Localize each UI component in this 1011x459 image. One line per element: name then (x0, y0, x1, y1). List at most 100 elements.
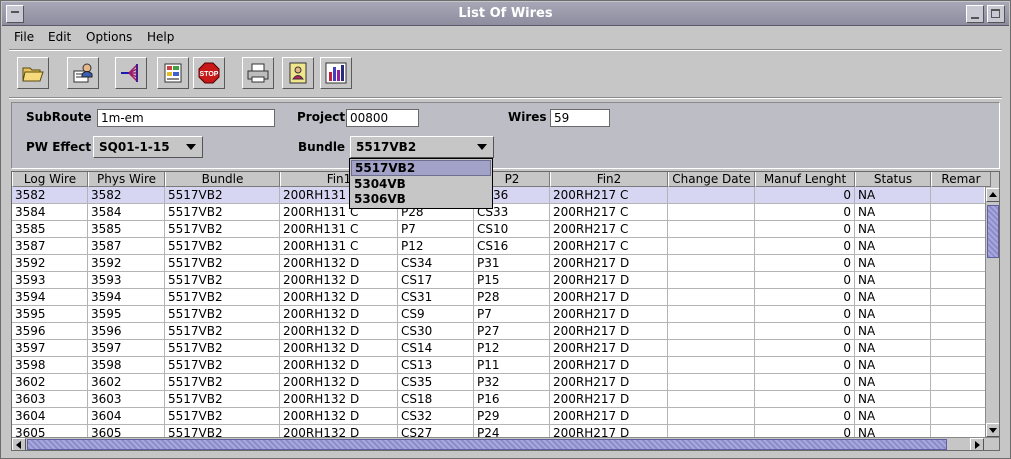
column-header[interactable]: Remar (931, 172, 991, 187)
table-row[interactable]: 358235825517VB2200RH131 CP36CS36200RH217… (12, 187, 991, 204)
table-cell: 200RH132 D (280, 340, 398, 357)
table-cell: 0 (755, 255, 855, 272)
table-row[interactable]: 3598 3598 5517VB2 200RH132 D CS13 P11 200RH217… (12, 357, 991, 374)
vertical-scroll-thumb[interactable] (987, 205, 999, 258)
filter-panel: SubRoute 1m-em Project 00800 Wires 59 PW… (11, 102, 1000, 169)
scroll-left-button[interactable] (12, 438, 26, 450)
table-cell: 5517VB2 (165, 408, 280, 425)
table-cell: 200RH217 D (550, 272, 668, 289)
table-row[interactable]: 3597 3597 5517VB2 200RH132 D CS14 P12 200RH217… (12, 340, 991, 357)
print-button[interactable] (242, 57, 274, 89)
column-header[interactable]: Phys Wire (88, 172, 165, 187)
table-cell: 3597 (12, 340, 88, 357)
scroll-right-button[interactable] (970, 438, 984, 450)
menu-bar: File Edit Options Help (2, 27, 1009, 47)
table-cell: 3584 (12, 204, 88, 221)
pw-effect-value: SQ01-1-15 (99, 140, 170, 154)
horizontal-scroll-thumb[interactable] (27, 439, 947, 450)
project-field[interactable]: 00800 (346, 109, 419, 127)
table-cell: 200RH132 D (280, 408, 398, 425)
checklist-button[interactable] (157, 57, 189, 89)
table-row[interactable]: 3604 3604 5517VB2 200RH132 D CS32 P29 200RH217… (12, 408, 991, 425)
table-cell: 3585 (12, 221, 88, 238)
column-header[interactable]: Bundle (165, 172, 280, 187)
table-row[interactable]: 3593 3593 5517VB2 200RH132 D CS17 P15 200RH217… (12, 272, 991, 289)
table-cell: 5517VB2 (165, 255, 280, 272)
table-row[interactable]: 3596 3596 5517VB2 200RH132 D CS30 P27 200RH217… (12, 323, 991, 340)
menu-separator (9, 49, 1002, 51)
search-user-icon (73, 63, 93, 83)
vertical-scrollbar[interactable] (985, 187, 999, 438)
table-cell: 3598 (12, 357, 88, 374)
scroll-down-button[interactable] (986, 423, 999, 437)
table-cell (931, 340, 991, 357)
table-cell: 200RH217 D (550, 357, 668, 374)
bundle-option[interactable]: 5304VB (351, 177, 491, 193)
wires-field[interactable]: 59 (550, 109, 610, 127)
table-cell: CS18 (398, 391, 474, 408)
table-cell (931, 391, 991, 408)
open-button[interactable] (17, 57, 49, 89)
pw-effect-select[interactable]: SQ01-1-15 (93, 136, 203, 158)
table-cell: P12 (474, 340, 550, 357)
column-header[interactable]: Manuf Lenght (755, 172, 855, 187)
bundle-option[interactable]: 5306VB (351, 192, 491, 208)
column-header[interactable]: Status (855, 172, 931, 187)
bundle-select[interactable]: 5517VB2 (350, 136, 494, 158)
table-row[interactable]: 3584 3584 5517VB2 200RH131 C P28 CS33 200RH217… (12, 204, 991, 221)
table-cell: 200RH217 D (550, 306, 668, 323)
table-cell (931, 357, 991, 374)
menu-edit[interactable]: Edit (48, 30, 71, 44)
bundle-option[interactable]: 5517VB2 (351, 160, 491, 176)
table-cell: 3587 (88, 238, 165, 255)
column-header[interactable]: Log Wire (12, 172, 88, 187)
table-cell: 0 (755, 408, 855, 425)
table-cell (668, 323, 755, 340)
title-bar[interactable]: List Of Wires (2, 2, 1009, 26)
wire-tree-button[interactable] (115, 57, 147, 89)
table-cell: 3587 (12, 238, 88, 255)
table-cell: 200RH132 D (280, 272, 398, 289)
menu-help[interactable]: Help (147, 30, 174, 44)
table-row[interactable]: 3594 3594 5517VB2 200RH132 D CS31 P28 200RH217… (12, 289, 991, 306)
table-cell: 3595 (12, 306, 88, 323)
arrow-left-icon (16, 441, 21, 449)
table-cell: 5517VB2 (165, 272, 280, 289)
table-cell (668, 204, 755, 221)
table-cell (668, 306, 755, 323)
table-cell: 5517VB2 (165, 289, 280, 306)
minimize-button[interactable] (966, 5, 984, 23)
table-cell: 0 (755, 187, 855, 204)
table-row[interactable]: 3595 3595 5517VB2 200RH132 D CS9 P7 200RH217 D… (12, 306, 991, 323)
table-cell: 200RH217 D (550, 340, 668, 357)
table-cell (931, 238, 991, 255)
subroute-field[interactable]: 1m-em (97, 109, 275, 127)
horizontal-scrollbar[interactable] (12, 437, 999, 450)
table-row[interactable]: 3602 3602 5517VB2 200RH132 D CS35 P32 200RH217… (12, 374, 991, 391)
maximize-button[interactable] (987, 5, 1005, 23)
table-row[interactable]: 3585 3585 5517VB2 200RH131 C P7 CS10 200RH217 … (12, 221, 991, 238)
table-cell: 200RH132 D (280, 374, 398, 391)
column-header[interactable]: Fin2 (550, 172, 668, 187)
table-cell (931, 255, 991, 272)
id-card-button[interactable] (282, 57, 314, 89)
search-button[interactable] (67, 57, 99, 89)
table-cell: 0 (755, 391, 855, 408)
chart-button[interactable] (320, 57, 352, 89)
table-cell: NA (855, 204, 931, 221)
table-row[interactable]: 3587 3587 5517VB2 200RH131 C P12 CS16 200RH217… (12, 238, 991, 255)
table-row[interactable]: 3603 3603 5517VB2 200RH132 D CS18 P16 200RH217… (12, 391, 991, 408)
table-cell: NA (855, 289, 931, 306)
chevron-down-icon (186, 144, 196, 150)
table-cell: 5517VB2 (165, 340, 280, 357)
table-cell (668, 374, 755, 391)
table-cell: 0 (755, 323, 855, 340)
table-row[interactable]: 3592 3592 5517VB2 200RH132 D CS34 P31 200RH217… (12, 255, 991, 272)
menu-options[interactable]: Options (86, 30, 132, 44)
column-header[interactable]: Change Date (668, 172, 755, 187)
menu-file[interactable]: File (14, 30, 34, 44)
scroll-up-button[interactable] (986, 188, 999, 202)
table-cell: 3582 (12, 187, 88, 204)
stop-button[interactable]: STOP (193, 57, 225, 89)
table-cell: NA (855, 272, 931, 289)
